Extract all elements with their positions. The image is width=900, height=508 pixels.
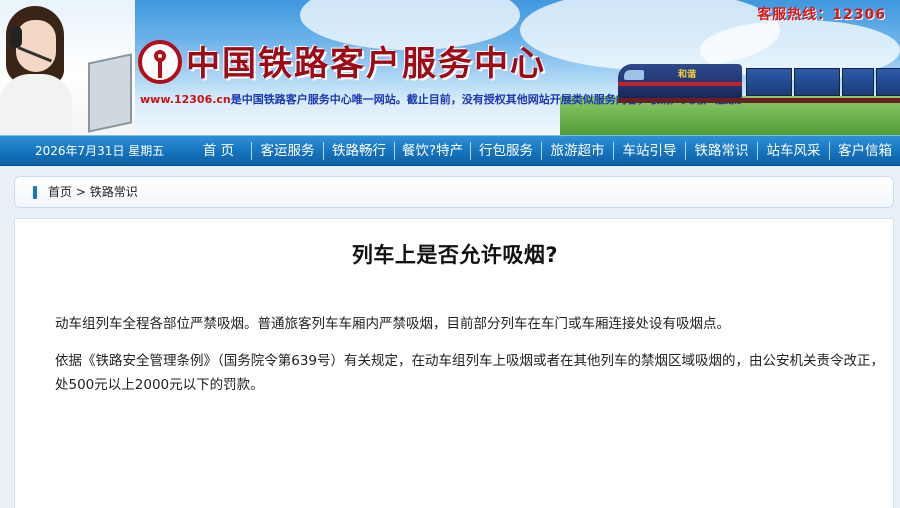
- breadcrumb-home-link[interactable]: 首页: [48, 185, 72, 199]
- article-paragraph: 依据《铁路安全管理条例》（国务院令第639号）有关规定，在动车组列车上吸烟或者在…: [55, 353, 885, 393]
- nav-item-travel-market[interactable]: 旅游超市: [542, 136, 613, 166]
- nav-item-station-train-style[interactable]: 站车风采: [758, 136, 829, 166]
- article-panel: 列车上是否允许吸烟? 动车组列车全程各部位严禁吸烟。普通旅客列车车厢内严禁吸烟，…: [14, 218, 894, 508]
- site-title[interactable]: 中国铁路客户服务中心: [186, 36, 546, 85]
- freight-car: [746, 68, 792, 96]
- service-hotline: 客服热线：12306: [757, 7, 886, 23]
- nav-item-customer-mailbox[interactable]: 客户信箱: [830, 136, 900, 166]
- breadcrumb: 首页 > 铁路常识: [14, 176, 894, 208]
- freight-car: [876, 68, 900, 96]
- nav-item-station-guide[interactable]: 车站引导: [614, 136, 685, 166]
- nav-item-passenger-service[interactable]: 客运服务: [252, 136, 323, 166]
- header-banner: 中国铁路客户服务中心 客服热线：12306 www.12306.cn是中国铁路客…: [0, 0, 900, 135]
- nav-item-catering-specialties[interactable]: 餐饮?特产: [395, 136, 470, 166]
- rail: [618, 98, 900, 103]
- nav-item-home[interactable]: 首 页: [186, 136, 251, 166]
- freight-car: [842, 68, 874, 96]
- china-railway-logo-icon[interactable]: [138, 40, 182, 84]
- nav-item-railway-travel[interactable]: 铁路畅行: [324, 136, 394, 166]
- article-paragraph: 动车组列车全程各部位严禁吸烟。普通旅客列车车厢内严禁吸烟，目前部分列车在车门或车…: [55, 316, 730, 332]
- train-image: 和谐: [618, 58, 900, 104]
- breadcrumb-text: 首页 > 铁路常识: [48, 177, 138, 208]
- breadcrumb-current[interactable]: 铁路常识: [90, 185, 138, 199]
- nav-menu: 首 页 客运服务 铁路畅行 餐饮?特产 行包服务 旅游超市 车站引导 铁路常识 …: [186, 136, 900, 166]
- customer-service-operator-image: [0, 0, 135, 135]
- nav-item-railway-knowledge[interactable]: 铁路常识: [686, 136, 757, 166]
- freight-car: [794, 68, 840, 96]
- breadcrumb-marker-icon: [33, 186, 37, 199]
- notice-url[interactable]: www.12306.cn: [140, 93, 231, 106]
- article-title: 列车上是否允许吸烟?: [351, 243, 559, 267]
- breadcrumb-separator: >: [75, 185, 86, 199]
- locomotive: 和谐: [618, 64, 742, 98]
- current-date: 2026年7月31日 星期五: [35, 144, 165, 158]
- nav-item-luggage-service[interactable]: 行包服务: [471, 136, 541, 166]
- train-label: 和谐: [678, 70, 697, 80]
- main-nav: 2026年7月31日 星期五 首 页 客运服务 铁路畅行 餐饮?特产 行包服务 …: [0, 135, 900, 166]
